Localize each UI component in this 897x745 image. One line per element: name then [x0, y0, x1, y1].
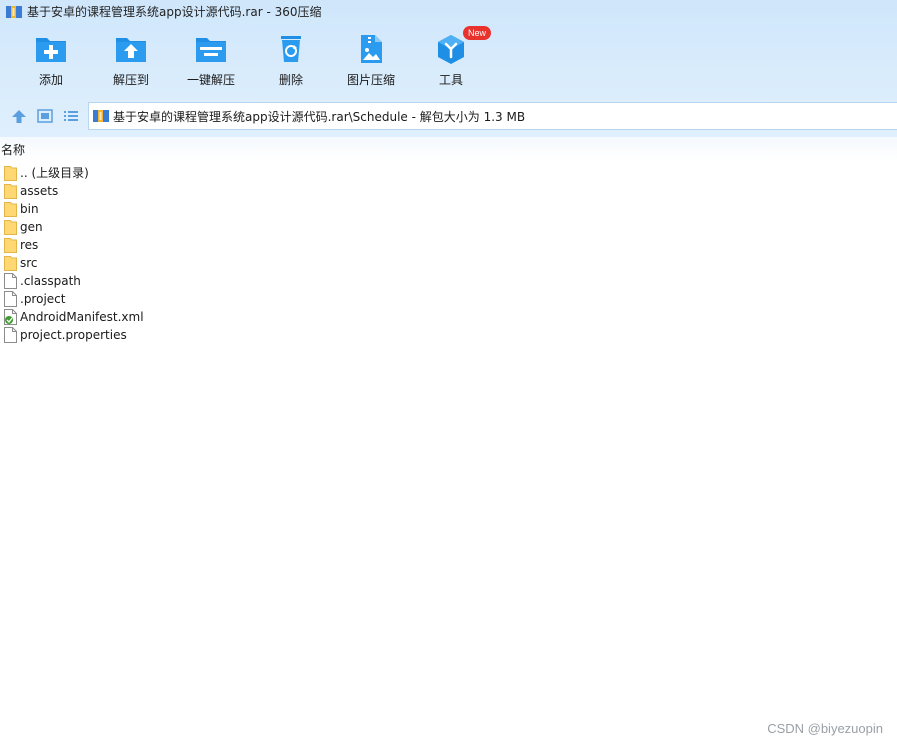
app-window: 基于安卓的课程管理系统app设计源代码.rar - 360压缩 添加 解压到 一… [0, 0, 897, 745]
delete-button[interactable]: 删除 [251, 28, 331, 92]
list-item[interactable]: assets [0, 182, 897, 200]
folder-icon [4, 184, 17, 199]
toolbar: 添加 解压到 一键解压 删除 图片压缩 New 工具 [0, 26, 897, 94]
list-item-name: bin [20, 202, 39, 216]
one-click-extract-icon [196, 38, 226, 62]
folder-icon [4, 166, 17, 181]
image-compress-button-label: 图片压缩 [346, 73, 395, 87]
list-item[interactable]: gen [0, 218, 897, 236]
archive-icon [93, 110, 109, 122]
list-item-name: AndroidManifest.xml [20, 310, 144, 324]
add-button-label: 添加 [38, 73, 63, 87]
column-header-name[interactable]: 名称 [1, 143, 25, 157]
list-item-name: assets [20, 184, 59, 198]
window-title: 基于安卓的课程管理系统app设计源代码.rar - 360压缩 [27, 5, 322, 19]
top-chrome: 基于安卓的课程管理系统app设计源代码.rar - 360压缩 添加 解压到 一… [0, 0, 897, 137]
list-item-name: res [20, 238, 39, 252]
one-click-extract-button[interactable]: 一键解压 [171, 28, 251, 92]
folder-icon [4, 220, 17, 235]
list-item[interactable]: src [0, 254, 897, 272]
list-item-name: .. (上级目录) [20, 166, 89, 180]
list-item[interactable]: .classpath [0, 272, 897, 290]
image-compress-icon [361, 35, 382, 63]
one-click-extract-button-label: 一键解压 [186, 73, 235, 87]
thumbnail-view-icon[interactable] [36, 107, 54, 125]
tools-button-label: 工具 [438, 73, 463, 87]
folder-icon [4, 202, 17, 217]
delete-button-label: 删除 [278, 73, 303, 87]
title-bar: 基于安卓的课程管理系统app设计源代码.rar - 360压缩 [0, 0, 897, 24]
list-item[interactable]: AndroidManifest.xml [0, 308, 897, 326]
list-item-name: .project [20, 292, 66, 306]
add-folder-icon [36, 38, 66, 62]
list-item[interactable]: .project [0, 290, 897, 308]
list-header: 名称 [0, 137, 897, 161]
folder-icon [4, 238, 17, 253]
list-item-name: src [20, 256, 38, 270]
extract-to-button-label: 解压到 [112, 73, 149, 87]
tools-button[interactable]: New 工具 [411, 26, 492, 92]
list-item[interactable]: project.properties [0, 326, 897, 344]
list-view-icon[interactable] [62, 107, 80, 125]
add-button[interactable]: 添加 [11, 28, 91, 92]
watermark: CSDN @biyezuopin [767, 721, 883, 736]
address-path: 基于安卓的课程管理系统app设计源代码.rar\Schedule - 解包大小为… [113, 110, 526, 124]
new-badge: New [463, 26, 492, 40]
file-icon [4, 327, 17, 343]
archive-app-icon [6, 6, 22, 18]
list-item-parent-dir[interactable]: .. (上级目录) [0, 164, 897, 182]
file-list: .. (上级目录) assets bin gen res src .classp… [0, 164, 897, 344]
list-item-name: project.properties [20, 328, 127, 342]
file-icon [4, 291, 17, 307]
recycle-delete-icon [281, 36, 301, 62]
extract-to-icon [116, 38, 146, 62]
address-field[interactable]: 基于安卓的课程管理系统app设计源代码.rar\Schedule - 解包大小为… [88, 102, 897, 130]
list-item[interactable]: bin [0, 200, 897, 218]
up-level-icon[interactable] [10, 107, 28, 125]
address-bar: 基于安卓的课程管理系统app设计源代码.rar\Schedule - 解包大小为… [0, 101, 897, 131]
list-item-name: gen [20, 220, 43, 234]
extract-to-button[interactable]: 解压到 [91, 28, 171, 92]
list-item[interactable]: res [0, 236, 897, 254]
image-compress-button[interactable]: 图片压缩 [331, 28, 411, 92]
list-item-name: .classpath [20, 274, 81, 288]
tools-cube-icon [438, 35, 464, 64]
file-icon [4, 273, 17, 289]
xml-file-icon [4, 309, 17, 325]
folder-icon [4, 256, 17, 271]
